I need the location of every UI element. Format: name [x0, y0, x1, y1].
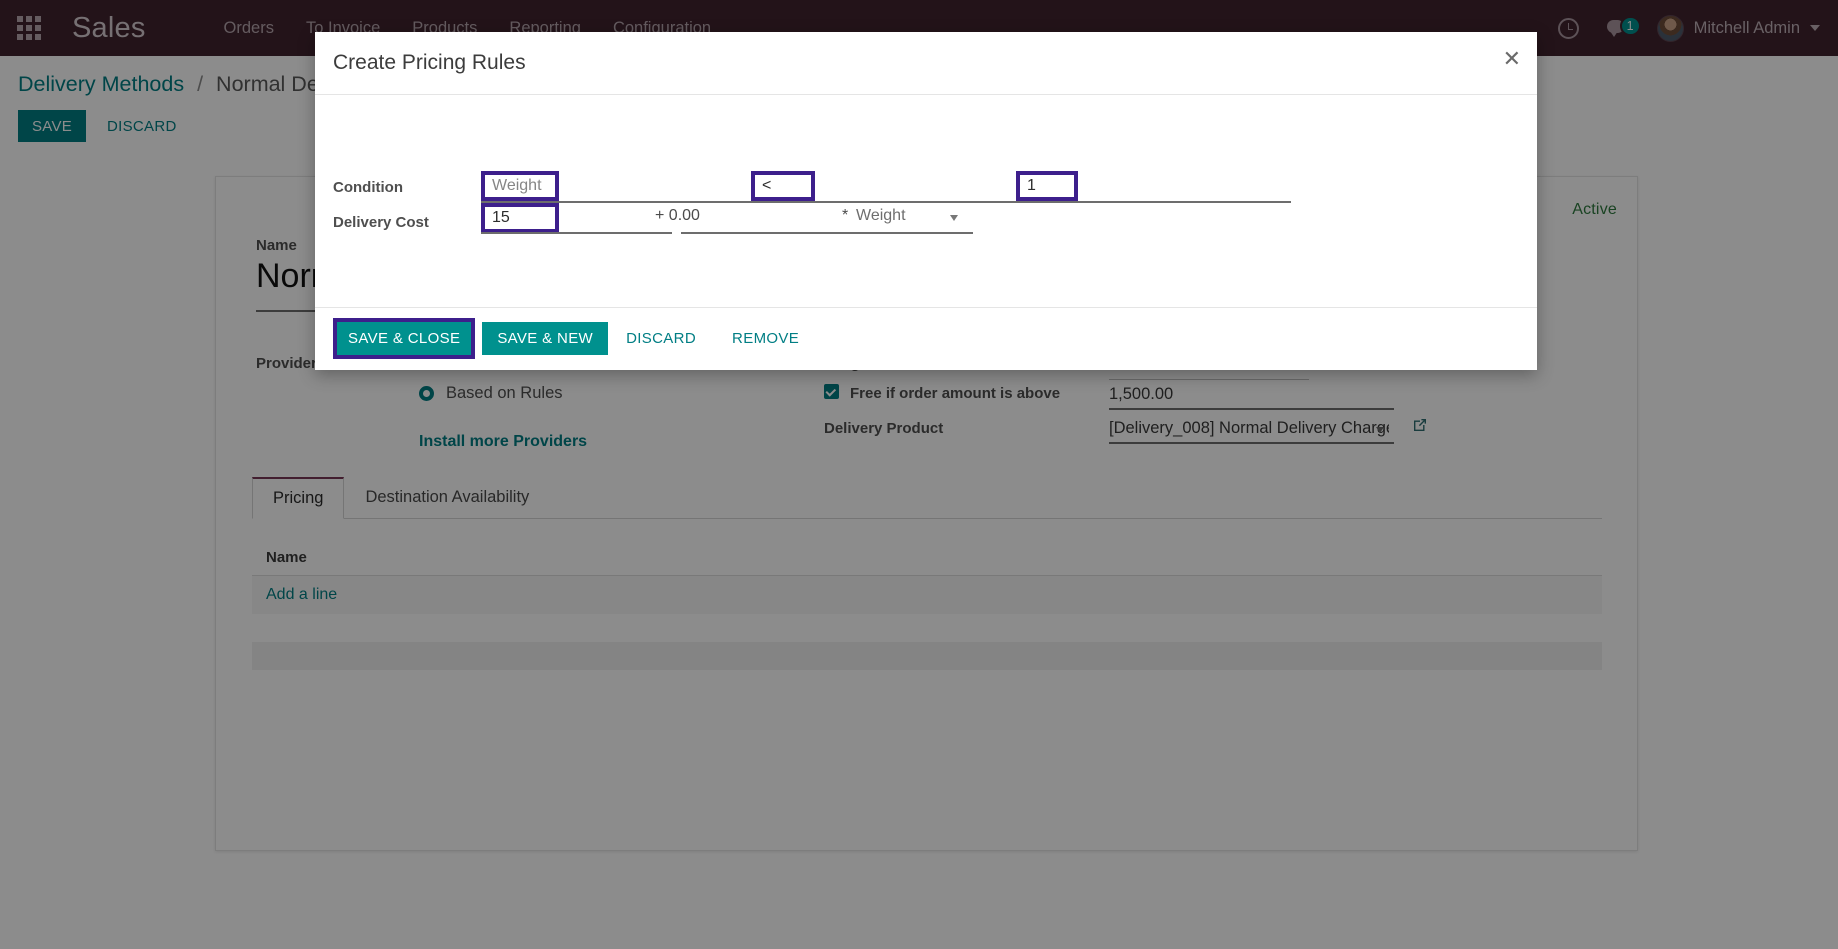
dialog-title: Create Pricing Rules [333, 51, 526, 75]
create-pricing-rules-dialog: Create Pricing Rules ✕ Condition Weight … [315, 32, 1537, 370]
delivery-cost-add-underline [681, 232, 872, 234]
delivery-cost-base-underline [481, 232, 672, 234]
dialog-remove-button[interactable]: REMOVE [714, 322, 817, 355]
dialog-header: Create Pricing Rules ✕ [315, 32, 1537, 95]
delivery-cost-plus-operand: + 0.00 [655, 207, 700, 225]
save-and-close-button[interactable]: SAVE & CLOSE [333, 318, 475, 359]
condition-operator-select[interactable]: < [751, 171, 815, 201]
save-and-new-button[interactable]: SAVE & NEW [482, 322, 608, 355]
dialog-footer: SAVE & CLOSE SAVE & NEW DISCARD REMOVE [315, 307, 1537, 369]
close-icon[interactable]: ✕ [1503, 48, 1521, 70]
chevron-down-icon[interactable] [950, 215, 958, 221]
condition-variable-select[interactable]: Weight [481, 171, 559, 201]
delivery-cost-label: Delivery Cost [333, 214, 429, 231]
condition-label: Condition [333, 179, 403, 196]
delivery-cost-variable-select[interactable]: Weight [856, 207, 906, 225]
delivery-cost-base-input[interactable]: 15 [481, 203, 559, 233]
delivery-cost-times-sign: * [842, 207, 848, 225]
condition-value-input[interactable]: 1 [1016, 171, 1078, 201]
dialog-body: Condition Weight < 1 Delivery Cost 15 + … [315, 95, 1537, 307]
dialog-discard-button[interactable]: DISCARD [608, 322, 714, 355]
delivery-cost-variable-underline [865, 232, 973, 234]
condition-row-underline [481, 201, 1291, 203]
